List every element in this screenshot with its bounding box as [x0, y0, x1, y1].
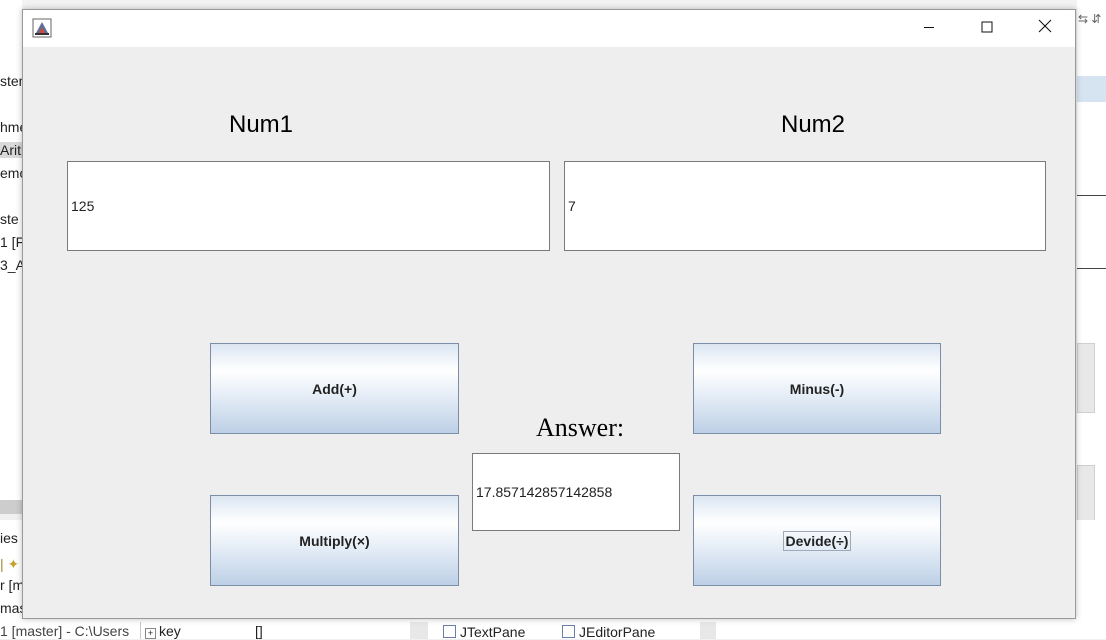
ide-tree-item[interactable]: emo — [0, 165, 22, 181]
minus-button[interactable]: Minus(-) — [693, 343, 941, 434]
multiply-button[interactable]: Multiply(×) — [210, 495, 459, 586]
num2-label: Num2 — [781, 111, 846, 138]
ide-project-path[interactable]: 1 [master] - C:\Users — [0, 623, 129, 639]
answer-output[interactable] — [472, 453, 680, 531]
ide-right-toolbar: ⇆ ⇵ — [1078, 12, 1102, 26]
title-bar[interactable] — [23, 10, 1075, 47]
palette-jtextpane-label: JTextPane — [460, 624, 526, 640]
close-button[interactable] — [1016, 10, 1074, 47]
ide-divider — [1077, 268, 1106, 269]
calculator-window: Num1 Num2 Add(+) Minus(-) Answer: Multip… — [22, 9, 1076, 619]
ide-column-divider — [410, 622, 428, 639]
ide-tree-item[interactable]: 3_A — [0, 257, 22, 273]
ide-scrollbar[interactable] — [0, 500, 22, 514]
maximize-button[interactable] — [958, 10, 1016, 47]
num2-input[interactable] — [564, 161, 1046, 251]
java-app-icon — [32, 18, 52, 38]
maximize-icon — [981, 20, 993, 38]
divide-button-label: Devide(÷) — [782, 530, 852, 551]
ide-tree-item[interactable]: stem — [0, 73, 22, 89]
ide-tree-item-selected[interactable]: Arith — [0, 142, 22, 158]
ide-divider — [1077, 195, 1106, 196]
ide-tree-value: [] — [255, 623, 263, 639]
textpane-icon — [443, 625, 456, 638]
ide-branch-label: | ✦ — [0, 556, 20, 572]
expand-icon[interactable]: + — [145, 628, 156, 639]
ide-column-divider — [140, 622, 141, 639]
num1-label: Num1 — [229, 111, 294, 138]
close-icon — [1038, 19, 1052, 38]
divide-button[interactable]: Devide(÷) — [693, 495, 941, 586]
palette-jeditorpane[interactable]: JEditorPane — [562, 624, 655, 640]
ide-branch-short: r [m — [0, 577, 25, 593]
minimize-icon — [923, 20, 935, 38]
ide-panel-box — [1077, 343, 1095, 413]
add-button-label: Add(+) — [312, 380, 357, 397]
answer-label: Answer: — [536, 413, 625, 442]
ide-right-highlight — [1077, 76, 1106, 102]
ide-tree-item[interactable]: ste — [0, 211, 22, 227]
minimize-button[interactable] — [900, 10, 958, 47]
num1-input[interactable] — [67, 161, 550, 251]
palette-jeditorpane-label: JEditorPane — [579, 624, 656, 640]
ide-properties-tab[interactable]: ies — [0, 530, 18, 546]
ide-tree-key[interactable]: + key — [145, 623, 181, 639]
minus-button-label: Minus(-) — [789, 380, 845, 397]
ide-tree-item[interactable]: 1 [F — [0, 234, 22, 250]
ide-tree-key-label: key — [159, 623, 181, 639]
ide-package-explorer: stem hme Arith emo ste 1 [F 3_A — [0, 0, 22, 500]
ide-column-divider — [700, 622, 716, 639]
editorpane-icon — [562, 625, 575, 638]
ide-tree-item[interactable]: hme — [0, 119, 22, 135]
add-button[interactable]: Add(+) — [210, 343, 459, 434]
multiply-button-label: Multiply(×) — [299, 532, 370, 549]
palette-jtextpane[interactable]: JTextPane — [443, 624, 525, 640]
